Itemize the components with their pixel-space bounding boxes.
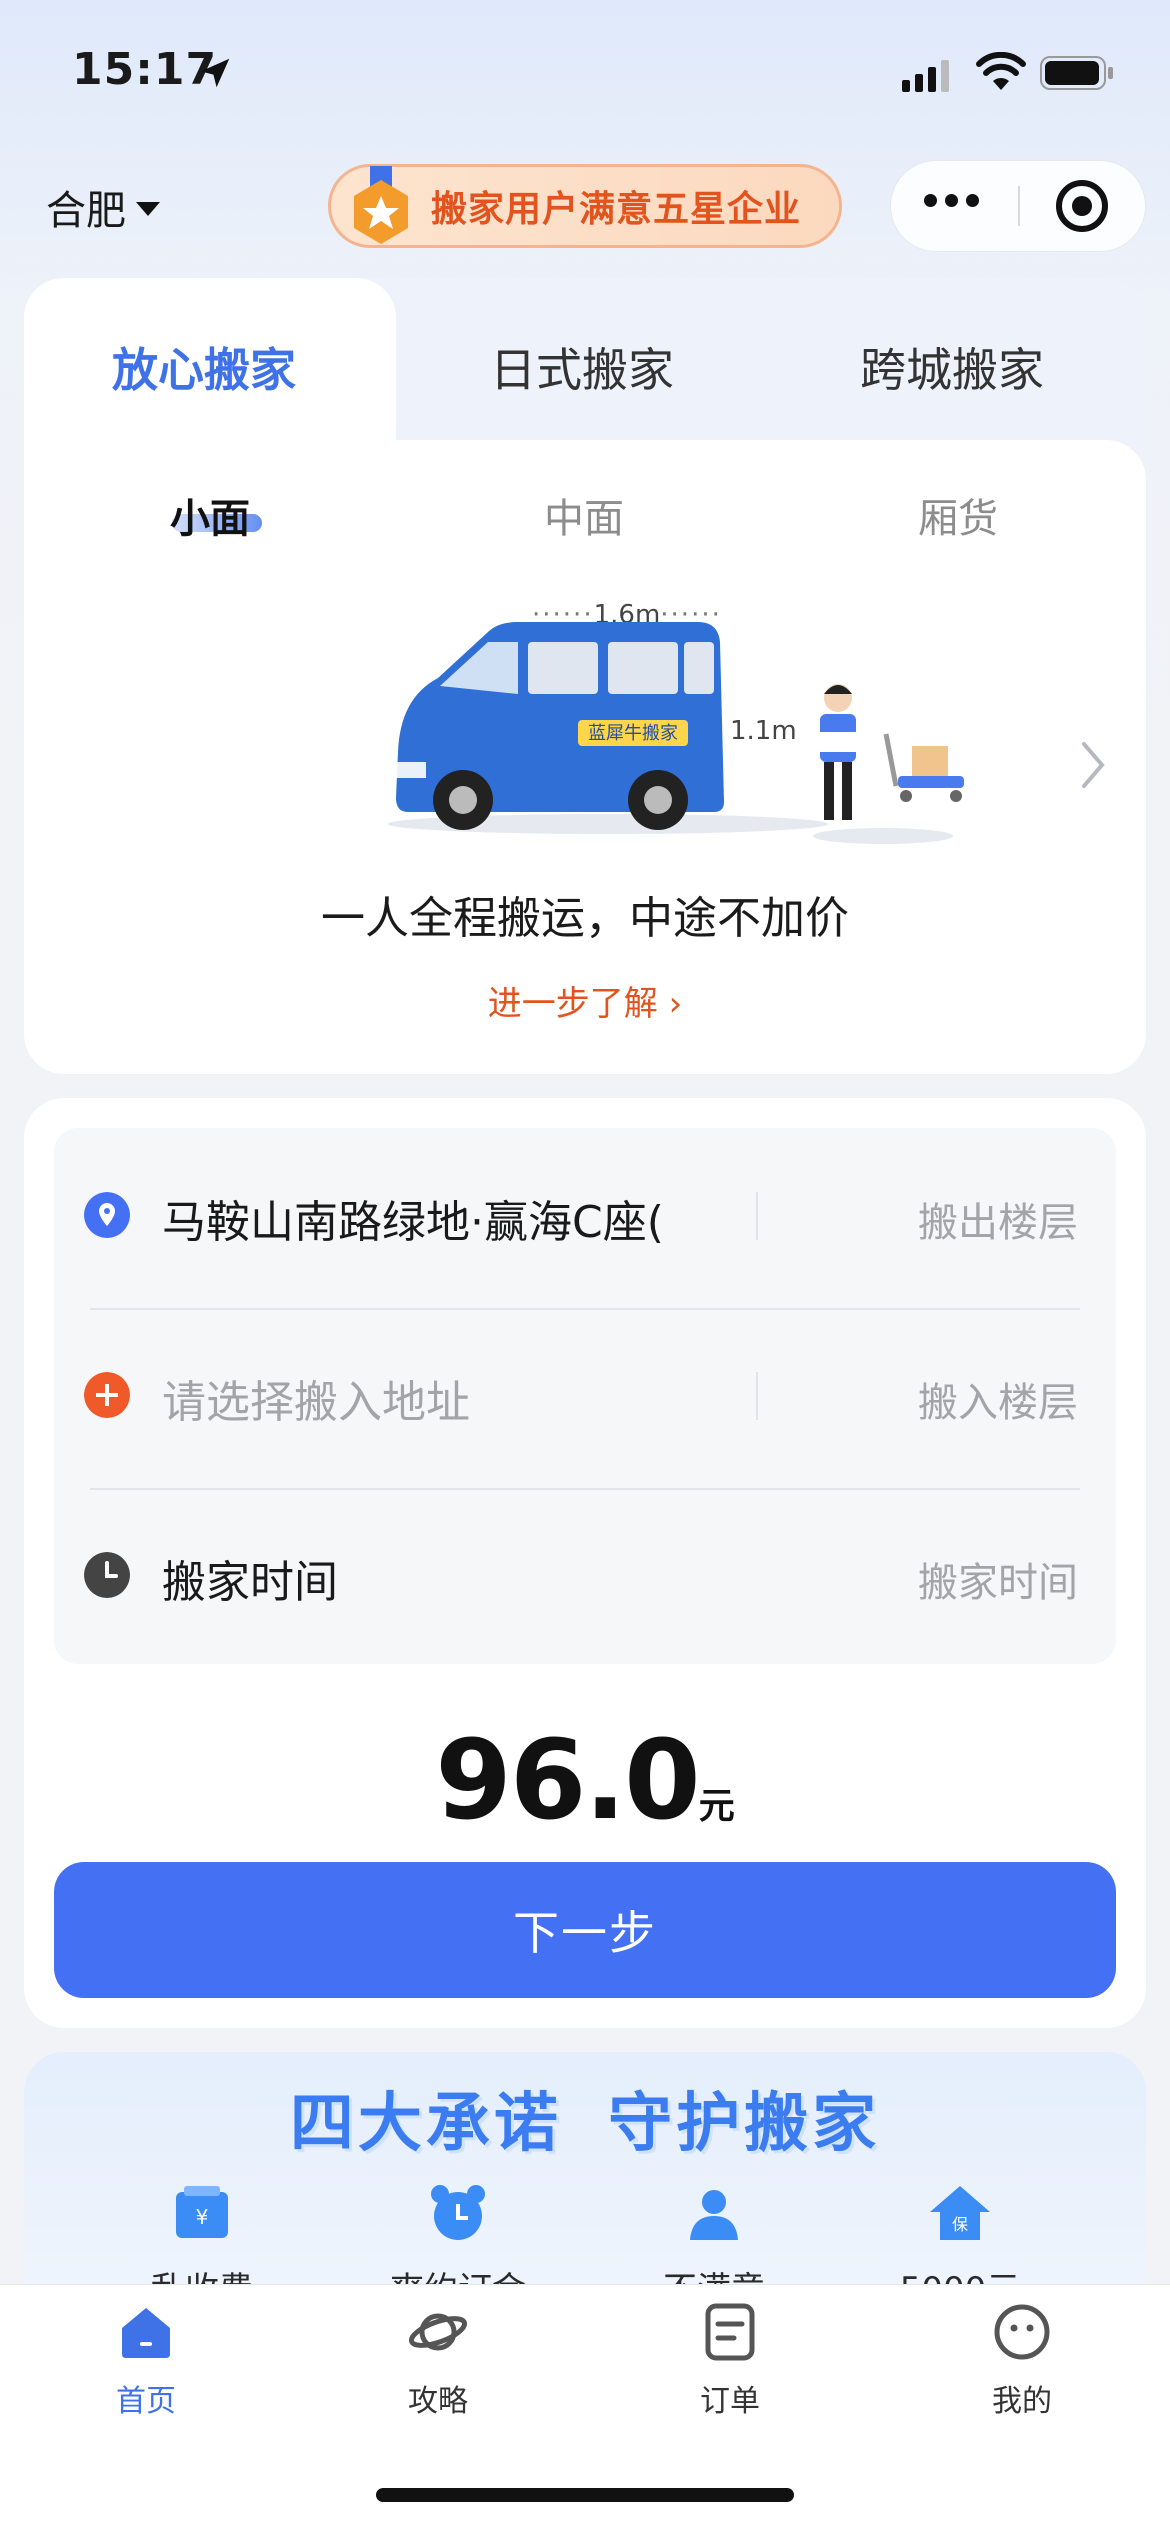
clock-icon (84, 1552, 130, 1598)
order-list-icon (705, 2303, 755, 2361)
from-address[interactable]: 马鞍山南路绿地·赢海C座( (162, 1186, 732, 1250)
capsule-divider (1018, 186, 1020, 226)
price-unit: 元 (698, 1786, 735, 1827)
promise-title: 四大承诺 守护搬家 (289, 2087, 881, 2161)
from-floor-field[interactable]: 搬出楼层 (918, 1190, 1078, 1248)
home-icon (122, 2308, 170, 2358)
badge-text: 搬家用户满意五星企业 (431, 189, 802, 230)
next-step-button[interactable]: 下一步 (54, 1862, 1116, 1998)
to-address-field[interactable]: 请选择搬入地址 (162, 1366, 470, 1430)
wifi-icon (976, 52, 1026, 90)
price-display: 96.0元 (0, 1716, 1170, 1844)
learn-more-link[interactable]: 进一步了解 › (0, 976, 1170, 1025)
subtab-xiaomian[interactable]: 小面 (170, 486, 250, 544)
svg-text:¥: ¥ (196, 2205, 209, 2229)
smiley-icon (994, 2304, 1050, 2360)
tab-rishi[interactable]: 日式搬家 (490, 334, 674, 400)
height-dimension: 1.1m (730, 716, 797, 746)
nav-home[interactable]: 首页 (46, 2302, 246, 2420)
location-pin-icon (84, 1192, 130, 1238)
add-address-icon (84, 1372, 130, 1418)
subtab-zhongmian[interactable]: 中面 (544, 486, 624, 544)
vehicle-slogan: 一人全程搬运，中途不加价 (321, 893, 849, 944)
subtab-xianghuo[interactable]: 厢货 (918, 486, 998, 544)
close-target-icon[interactable] (1056, 180, 1108, 232)
nav-guide[interactable]: 攻略 (338, 2302, 538, 2420)
insured-house-icon: 保 (930, 2186, 990, 2240)
svg-text:保: 保 (952, 2215, 968, 2234)
nav-profile[interactable]: 我的 (922, 2302, 1122, 2420)
tab-fangxin[interactable]: 放心搬家 (112, 334, 296, 400)
mover-with-cart-illustration (813, 684, 964, 844)
medal-icon (354, 166, 408, 244)
chevron-right-icon[interactable] (1080, 740, 1106, 790)
location-arrow-icon (200, 58, 230, 88)
city-selector[interactable]: 合肥 (46, 178, 160, 236)
to-floor-field[interactable]: 搬入楼层 (918, 1370, 1078, 1428)
money-icon: ¥ (176, 2186, 228, 2238)
move-time-field[interactable]: 搬家时间 (918, 1550, 1078, 1608)
more-icon[interactable] (924, 194, 979, 207)
cellular-signal-icon (902, 60, 949, 92)
svg-text:蓝犀牛搬家: 蓝犀牛搬家 (588, 723, 678, 744)
alarm-clock-icon (431, 2185, 485, 2240)
home-indicator (376, 2488, 794, 2502)
city-name: 合肥 (46, 188, 126, 234)
user-icon (690, 2190, 738, 2240)
row-separator (756, 1192, 758, 1240)
move-time-label: 搬家时间 (162, 1557, 338, 1608)
row-divider (90, 1308, 1080, 1310)
row-divider (90, 1488, 1080, 1490)
battery-icon (1040, 56, 1113, 90)
price-value: 96.0 (435, 1716, 700, 1844)
row-separator (756, 1372, 758, 1420)
tab-kuacheng[interactable]: 跨城搬家 (860, 334, 1044, 400)
nav-orders[interactable]: 订单 (630, 2302, 830, 2420)
planet-icon (408, 2313, 468, 2351)
caret-down-icon (136, 202, 160, 216)
